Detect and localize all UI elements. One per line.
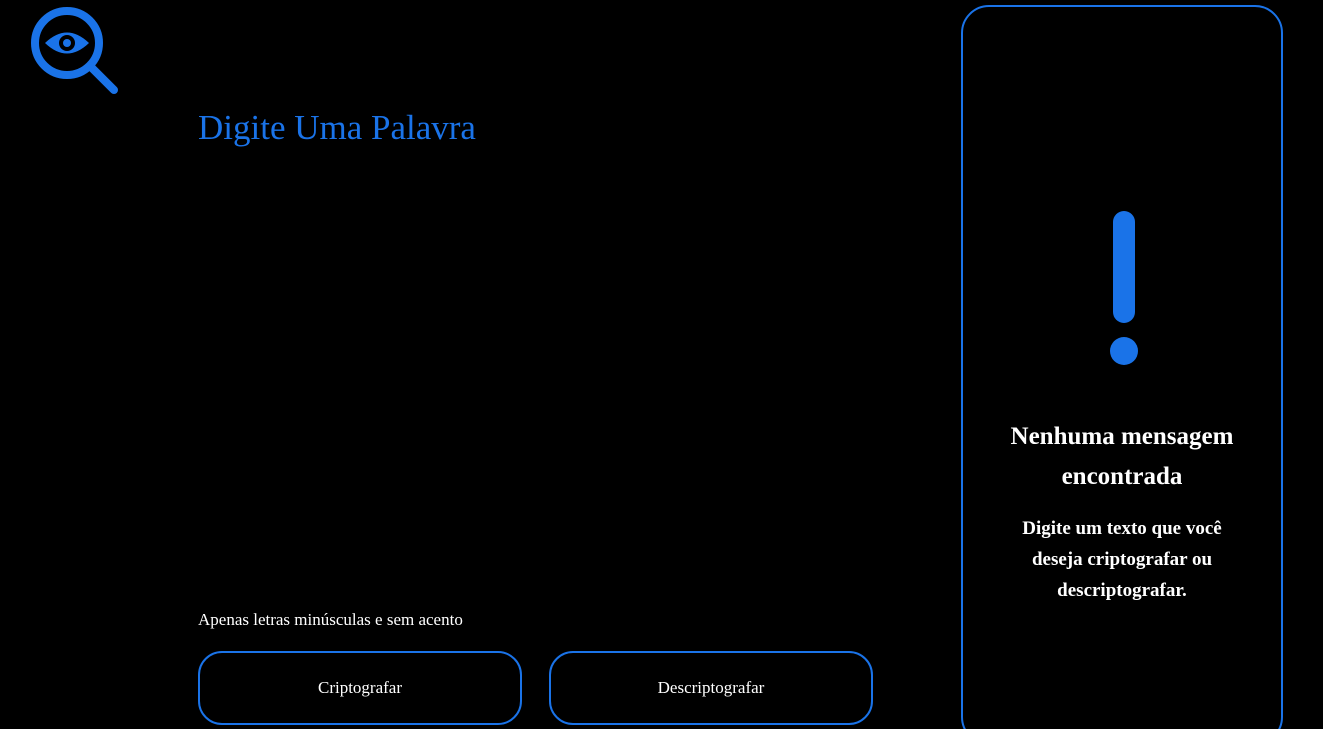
encrypt-button[interactable]: Criptografar — [198, 651, 522, 725]
hint-text: Apenas letras minúsculas e sem acento — [198, 610, 463, 629]
decrypt-button[interactable]: Descriptografar — [549, 651, 873, 725]
page: Apenas letras minúsculas e sem acento Cr… — [0, 0, 1323, 729]
output-panel: Nenhuma mensagem encontrada Digite um te… — [961, 5, 1283, 729]
message-input[interactable] — [198, 108, 878, 588]
logo-magnifier-eye-icon — [30, 6, 120, 96]
exclamation-icon — [1107, 211, 1141, 371]
output-empty-description: Digite um texto que você deseja criptogr… — [1022, 518, 1222, 601]
input-hint: Apenas letras minúsculas e sem acento — [198, 610, 463, 630]
output-empty-title: Nenhuma mensagem encontrada — [1010, 423, 1234, 490]
